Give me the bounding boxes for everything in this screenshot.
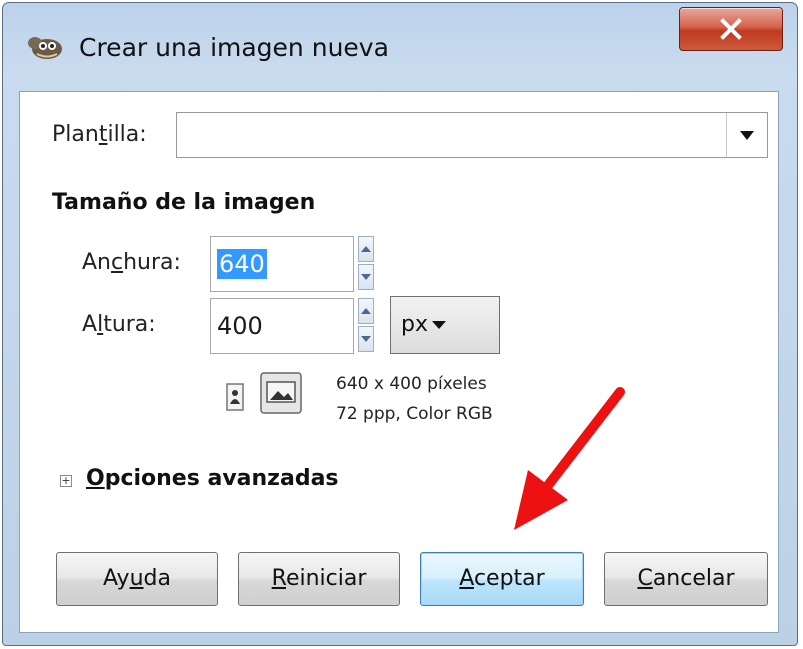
arrow-up-icon [361,308,371,314]
height-input[interactable]: 400 [210,298,354,354]
template-combobox[interactable] [176,112,768,158]
dialog-window: Crear una imagen nueva Plantilla: Tamaño… [2,2,798,646]
gimp-icon [28,37,62,59]
close-button[interactable] [679,7,783,51]
window-title: Crear una imagen nueva [79,33,389,62]
arrow-down-icon [361,336,371,342]
resolution-info-text: 72 ppp, Color RGB [336,404,493,424]
arrow-up-icon [361,246,371,252]
advanced-options-expander[interactable]: Opciones avanzadas [86,466,339,491]
reset-button[interactable]: Reiniciar [238,552,400,606]
portrait-icon[interactable] [220,380,250,414]
width-decrement-button[interactable] [358,264,374,290]
template-dropdown-button[interactable] [726,113,767,157]
height-stepper[interactable] [358,298,376,354]
title-bar[interactable]: Crear una imagen nueva [3,3,797,91]
height-value: 400 [217,312,263,340]
arrow-down-icon [361,274,371,280]
image-size-heading: Tamaño de la imagen [52,190,316,215]
ok-button[interactable]: Aceptar [420,552,584,606]
height-label: Altura: [82,312,156,337]
help-button[interactable]: Ayuda [56,552,218,606]
width-label: Anchura: [82,250,181,275]
height-increment-button[interactable] [358,298,374,324]
height-decrement-button[interactable] [358,326,374,352]
width-value: 640 [217,249,267,279]
expand-icon[interactable]: + [60,475,72,487]
landscape-icon[interactable] [260,372,302,414]
cancel-button[interactable]: Cancelar [604,552,768,606]
unit-value: px [401,312,428,337]
dialog-content: Plantilla: Tamaño de la imagen Anchura: … [19,91,779,633]
width-stepper[interactable] [358,236,376,292]
width-input[interactable]: 640 [210,236,354,292]
close-icon [720,18,742,40]
chevron-down-icon [740,130,754,140]
chevron-down-icon [431,321,446,329]
unit-dropdown[interactable]: px [390,296,500,354]
size-info-text: 640 x 400 píxeles [336,374,487,394]
width-increment-button[interactable] [358,236,374,262]
template-label: Plantilla: [52,122,147,147]
